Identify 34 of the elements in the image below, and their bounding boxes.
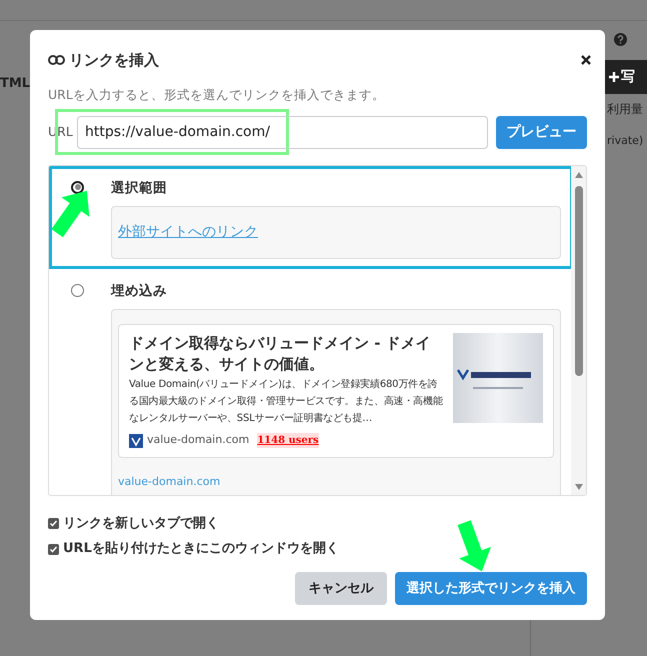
radio-button[interactable] bbox=[71, 284, 84, 297]
privacy-select[interactable]: rivate) bbox=[607, 133, 644, 150]
option-label: 選択範囲 bbox=[111, 178, 168, 198]
editor-tab-label: TML bbox=[0, 75, 30, 93]
dialog-title: リンクを挿入 bbox=[69, 50, 159, 71]
card-description: Value Domain(バリュードメイン)は、ドメイン登録実績680万件を誇る国内最大級のドメイン取得・管理サービスです。また、高速・高機能なレンタルサーバーや、SSLサーバー証明書なども提… bbox=[129, 378, 444, 426]
scroll-up-icon[interactable] bbox=[574, 172, 582, 178]
card-title: ドメイン取得ならバリュードメイン - ドメインと変える、サイトの価値。 bbox=[129, 333, 432, 376]
checkbox-label: URLを貼り付けたときにこのウィンドウを開く bbox=[63, 540, 339, 558]
url-field[interactable]: https://value-domain.com/ bbox=[77, 116, 488, 149]
link-icon bbox=[48, 55, 65, 65]
dialog-description: URLを入力すると、形式を選んでリンクを挿入できます。 bbox=[48, 86, 386, 104]
checkbox-label: リンクを新しいタブで開く bbox=[63, 514, 219, 533]
option-label: 埋め込み bbox=[111, 282, 168, 301]
scrollbar[interactable] bbox=[571, 166, 586, 495]
checkbox[interactable] bbox=[48, 518, 59, 529]
close-icon[interactable] bbox=[579, 53, 593, 67]
link-text[interactable]: 外部サイトへのリンク bbox=[118, 222, 258, 243]
link-card[interactable]: ドメイン取得ならバリュードメイン - ドメインと変える、サイトの価値。 Value Domain(バリュードメイン)は、ドメイン登録実績680万件を誇る国内最大級のドメイン取得・管理サービスです。また、高速・高機能なレンタルサーバーや、SSLサーバー証明書なども提… value-domain.com 1148 users bbox=[118, 324, 554, 458]
site-favicon-icon bbox=[129, 434, 143, 448]
add-photo-button[interactable]: 写 bbox=[605, 60, 647, 94]
radio-button[interactable] bbox=[71, 180, 84, 194]
preview-button[interactable]: プレビュー bbox=[496, 116, 587, 149]
users-count[interactable]: 1148 users bbox=[257, 433, 319, 448]
cancel-button[interactable]: キャンセル bbox=[295, 572, 387, 605]
card-domain: value-domain.com bbox=[147, 432, 250, 448]
help-icon bbox=[614, 33, 627, 46]
checkbox[interactable] bbox=[48, 544, 59, 554]
footer-link[interactable]: value-domain.com bbox=[118, 474, 554, 490]
button-label: 写 bbox=[621, 68, 635, 86]
insert-link-button[interactable]: 選択した形式でリンクを挿入 bbox=[395, 572, 587, 605]
usage-label: 利用量 bbox=[607, 101, 643, 118]
scroll-down-icon[interactable] bbox=[574, 484, 582, 490]
plus-icon bbox=[609, 72, 619, 82]
